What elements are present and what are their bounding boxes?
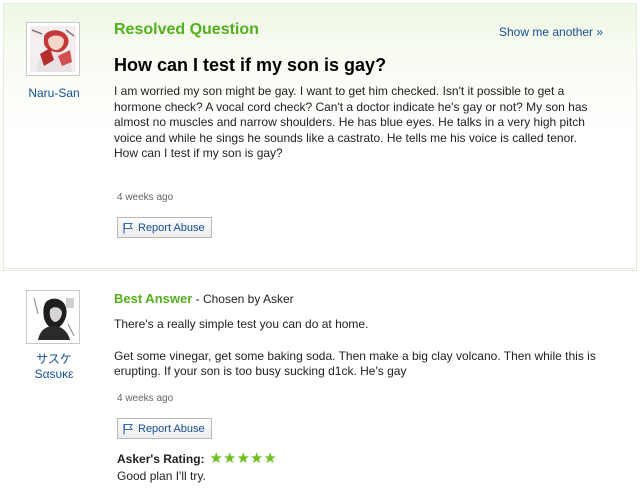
flag-icon [122, 423, 134, 435]
answerer-avatar-image [30, 294, 76, 340]
answerer-avatar[interactable] [26, 290, 80, 344]
show-another-link[interactable]: Show me another » [499, 25, 603, 39]
question-title: How can I test if my son is gay? [114, 55, 387, 75]
answerer-name-line2: Sαsυκε [34, 367, 74, 381]
answer-paragraph: There's a really simple test you can do … [114, 317, 369, 331]
asker-avatar-image [30, 26, 76, 72]
asker-avatar[interactable] [26, 22, 80, 76]
answerer-name[interactable]: サスケ Sαsυκε [14, 352, 94, 382]
askers-rating: Asker's Rating: ★★★★★ [117, 450, 277, 467]
resolved-question-label: Resolved Question [114, 21, 259, 38]
report-abuse-label: Report Abuse [138, 422, 205, 435]
rating-comment: Good plan I'll try. [117, 469, 206, 483]
best-answer-header: Best Answer - Chosen by Asker [114, 291, 294, 306]
report-abuse-label: Report Abuse [138, 221, 205, 234]
question-paragraph: I am worried my son might be gay. I want… [114, 84, 588, 145]
question-timestamp: 4 weeks ago [117, 192, 174, 203]
flag-icon [122, 222, 134, 234]
chosen-by-label: - Chosen by Asker [192, 292, 294, 306]
answer-paragraph: Get some vinegar, get some baking soda. … [114, 348, 596, 379]
rating-stars: ★★★★★ [209, 450, 277, 467]
rating-label: Asker's Rating: [117, 452, 205, 466]
answer-body: There's a really simple test you can do … [114, 317, 614, 396]
question-paragraph: How can I test if my son is gay? [114, 146, 283, 161]
report-abuse-button[interactable]: Report Abuse [117, 217, 212, 238]
report-abuse-button[interactable]: Report Abuse [117, 418, 212, 439]
asker-name[interactable]: Naru-San [14, 86, 94, 101]
answer-timestamp: 4 weeks ago [117, 393, 174, 404]
question-body: I am worried my son might be gay. I want… [114, 84, 614, 162]
best-answer-label: Best Answer [114, 291, 193, 306]
answerer-name-line1: サスケ [36, 352, 72, 366]
